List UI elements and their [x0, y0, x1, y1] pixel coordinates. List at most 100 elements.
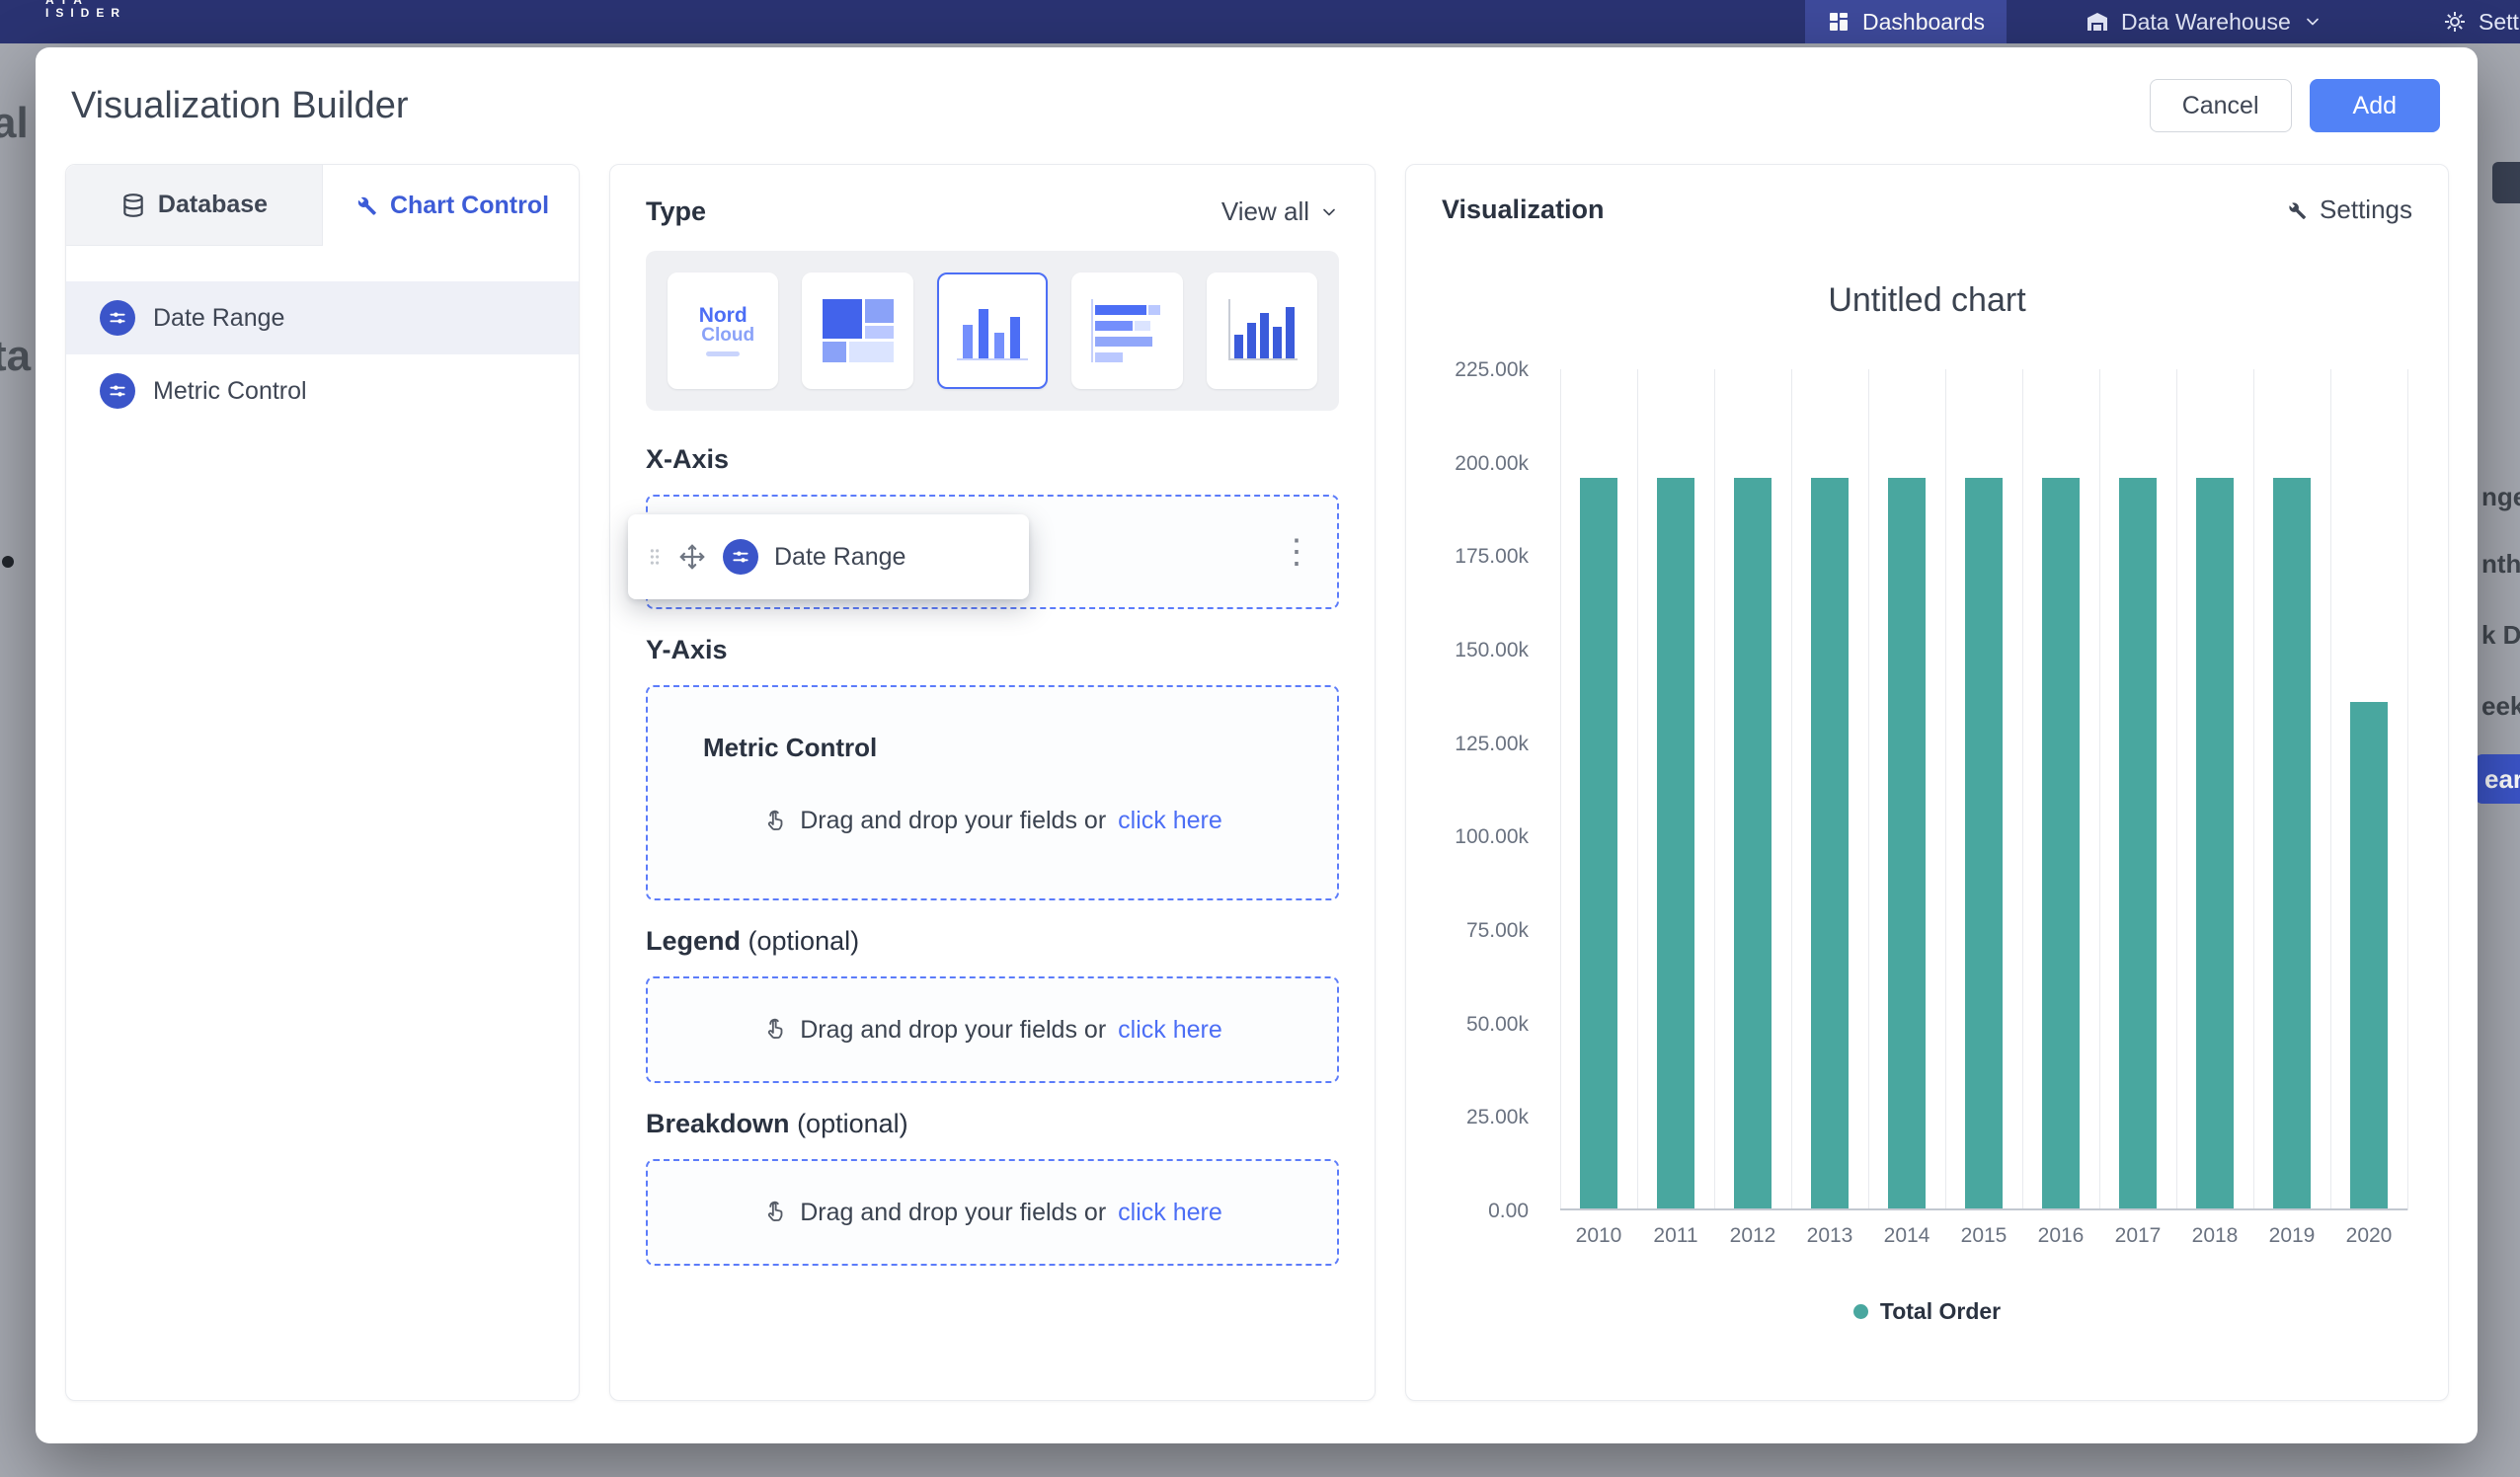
hand-tap-icon [762, 1017, 788, 1043]
breakdown-title-text: Breakdown [646, 1109, 790, 1138]
year-button-fragment[interactable]: ear [2475, 754, 2520, 804]
nav-item-data-warehouse[interactable]: Data Warehouse [2064, 0, 2344, 43]
drop-hint-text: Drag and drop your fields or [800, 1016, 1106, 1045]
background-text-fragment: eekly [2481, 691, 2520, 722]
x-axis-dropzone[interactable]: Date Range ⋮ [646, 495, 1339, 609]
background-text-fragment: k Date [2481, 620, 2520, 651]
y-axis-tick-label: 50.00k [1466, 1013, 1529, 1037]
warehouse-icon [2086, 10, 2109, 34]
grid-line [2407, 369, 2408, 1210]
drop-hint-text: Drag and drop your fields or [800, 807, 1106, 835]
field-options-menu-icon[interactable]: ⋮ [1280, 535, 1313, 569]
dragged-field-chip[interactable]: Date Range [628, 514, 1029, 599]
sliders-icon [100, 373, 135, 409]
chart-type-treemap[interactable] [802, 272, 912, 389]
breakdown-optional-text: (optional) [797, 1109, 908, 1138]
sliders-icon [723, 539, 758, 575]
chart-type-horizontal-bar[interactable] [1071, 272, 1182, 389]
x-axis-tick-label: 2011 [1637, 1224, 1714, 1248]
grid-line [1637, 369, 1638, 1210]
field-item-label: Metric Control [153, 377, 307, 406]
chart-type-word-cloud[interactable]: Nord Cloud [668, 272, 778, 389]
click-here-link[interactable]: click here [1118, 1199, 1222, 1227]
y-axis-dropzone[interactable]: Metric Control Drag and drop your fields… [646, 685, 1339, 900]
hand-tap-icon [762, 809, 788, 834]
legend-section-title: Legend (optional) [646, 926, 1339, 957]
background-text-fragment: al [0, 99, 29, 148]
legend-optional-text: (optional) [748, 926, 860, 956]
view-all-dropdown[interactable]: View all [1221, 196, 1339, 227]
move-icon [677, 542, 707, 572]
bar-2011 [1657, 478, 1694, 1208]
background-text-fragment: ta [0, 332, 31, 381]
legend-title-text: Legend [646, 926, 741, 956]
breakdown-section-title: Breakdown (optional) [646, 1109, 1339, 1139]
bar-2015 [1965, 478, 2003, 1208]
chevron-down-icon [2303, 12, 2323, 32]
tools-icon [2284, 198, 2308, 222]
x-axis-tick-label: 2017 [2099, 1224, 2176, 1248]
gear-icon [2443, 10, 2467, 34]
cancel-button[interactable]: Cancel [2150, 79, 2292, 132]
grid-line [1714, 369, 1715, 1210]
app-logo: ATA ISIDER [45, 0, 126, 20]
drag-handle-dots-icon [648, 546, 662, 568]
nav-item-dashboards[interactable]: Dashboards [1805, 0, 2007, 43]
chip-label: Date Range [774, 543, 906, 572]
view-all-label: View all [1221, 196, 1309, 227]
y-axis-field-label: Metric Control [703, 733, 1337, 763]
bar-2019 [2273, 478, 2311, 1208]
y-axis-tick-label: 175.00k [1455, 545, 1529, 569]
chart-settings-button[interactable]: Settings [2284, 194, 2412, 225]
grid-line [1868, 369, 1869, 1210]
field-item-date-range[interactable]: Date Range [66, 281, 579, 354]
chart-type-bar[interactable] [937, 272, 1048, 389]
logo-line-2: ISIDER [45, 7, 126, 20]
grid-line [1791, 369, 1792, 1210]
grid-line [2176, 369, 2177, 1210]
control-field-list: Date Range Metric Control [66, 281, 579, 428]
y-axis-tick-label: 75.00k [1466, 919, 1529, 943]
word-cloud-word: Nord [699, 306, 748, 326]
y-axis-tick-label: 150.00k [1455, 639, 1529, 662]
hand-tap-icon [762, 1200, 788, 1225]
bar-2020 [2350, 702, 2388, 1208]
plot-area [1560, 369, 2407, 1210]
fields-panel: Database Chart Control Date Rang [65, 164, 580, 1401]
click-here-link[interactable]: click here [1118, 1016, 1222, 1045]
x-axis-tick-label: 2013 [1791, 1224, 1868, 1248]
legend-dropzone[interactable]: Drag and drop your fields or click here [646, 976, 1339, 1083]
y-axis-tick-label: 125.00k [1455, 733, 1529, 756]
y-axis-section-title: Y-Axis [646, 635, 1339, 665]
chart-legend: Total Order [1406, 1298, 2448, 1325]
x-axis-tick-label: 2015 [1945, 1224, 2022, 1248]
add-button[interactable]: Add [2310, 79, 2440, 132]
breakdown-dropzone[interactable]: Drag and drop your fields or click here [646, 1159, 1339, 1266]
builder-panel: Type View all Nord Cloud [609, 164, 1376, 1401]
chart-settings-label: Settings [2320, 194, 2412, 225]
tab-chart-control[interactable]: Chart Control [323, 165, 579, 246]
grid-line [1945, 369, 1946, 1210]
nav-settings-label: Settings [2479, 9, 2520, 36]
sliders-icon [100, 300, 135, 336]
field-item-metric-control[interactable]: Metric Control [66, 354, 579, 428]
nav-warehouse-label: Data Warehouse [2121, 9, 2291, 36]
y-axis-labels: 0.0025.00k50.00k75.00k100.00k125.00k150.… [1406, 369, 1544, 1210]
word-cloud-icon: Nord Cloud [691, 306, 754, 356]
x-axis-tick-label: 2020 [2330, 1224, 2407, 1248]
dashboards-grid-icon [1827, 10, 1851, 34]
bar-2018 [2196, 478, 2234, 1208]
bar-chart-icon [957, 299, 1028, 362]
x-axis-tick-label: 2019 [2253, 1224, 2330, 1248]
nav-item-settings[interactable]: Settings [2421, 0, 2520, 43]
y-axis-tick-label: 25.00k [1466, 1106, 1529, 1129]
grid-line [2099, 369, 2100, 1210]
x-axis-section-title: X-Axis [646, 444, 1339, 475]
click-here-link[interactable]: click here [1118, 807, 1222, 835]
screen: ATA ISIDER Dashboards Data Warehouse Set… [0, 0, 2520, 1477]
y-axis-tick-label: 0.00 [1488, 1200, 1529, 1223]
chart-type-column[interactable] [1207, 272, 1317, 389]
chart-type-strip: Nord Cloud [646, 251, 1339, 411]
grid-line [2022, 369, 2023, 1210]
tab-database[interactable]: Database [66, 165, 323, 246]
